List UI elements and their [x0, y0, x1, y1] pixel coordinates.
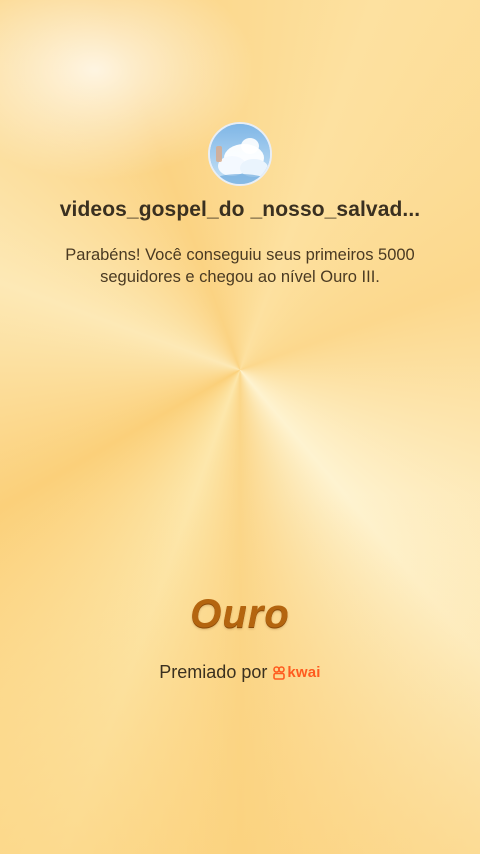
level-title: Ouro	[190, 592, 290, 636]
congratulation-message: Parabéns! Você conseguiu seus primeiros …	[65, 246, 415, 286]
achievement-screen: videos_gospel_do _nosso_salvad... Parabé…	[0, 0, 480, 854]
kwai-logo-icon	[273, 665, 286, 680]
avatar[interactable]	[208, 122, 272, 186]
kwai-logo: kwai	[273, 664, 320, 681]
username: videos_gospel_do _nosso_salvad...	[59, 198, 421, 221]
award-label: Premiado por	[159, 662, 268, 682]
kwai-brand-name: kwai	[287, 664, 321, 681]
cloud-avatar-icon	[210, 124, 270, 184]
award-line: Premiado por kwai	[0, 662, 480, 683]
